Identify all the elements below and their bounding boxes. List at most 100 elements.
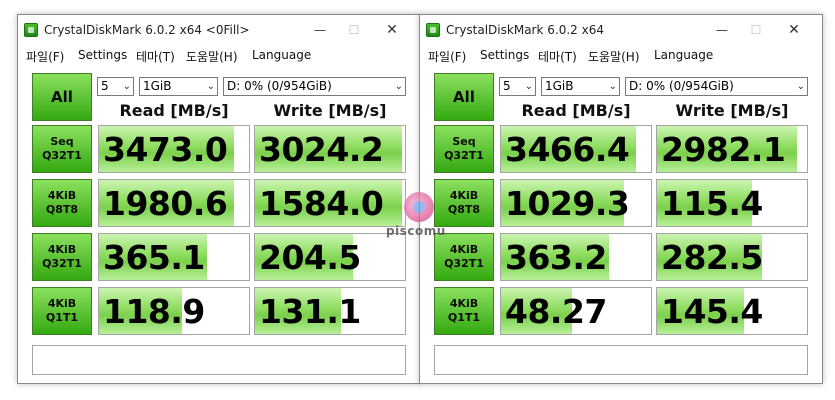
test-button-4kib-q8t8[interactable]: 4KiB Q8T8: [32, 179, 92, 227]
test-label-line1: 4KiB: [449, 189, 479, 202]
test-label-line2: Q32T1: [444, 257, 484, 270]
test-button-4kib-q1t1[interactable]: 4KiB Q1T1: [32, 287, 92, 335]
count-value: 5: [503, 79, 511, 93]
test-label-line1: Seq: [452, 135, 476, 148]
read-header: Read [MB/s]: [119, 101, 229, 120]
read-result-value: 1029.3: [505, 184, 630, 223]
read-result-cell: 48.27: [500, 287, 652, 335]
title-bar[interactable]: CrystalDiskMark 6.0.2 x64 <0Fill> — ☐ ✕: [18, 15, 420, 45]
count-value: 5: [101, 79, 109, 93]
menu-settings[interactable]: Settings: [480, 48, 529, 62]
chevron-down-icon: ⌄: [394, 81, 403, 92]
test-label-line2: Q1T1: [447, 311, 481, 324]
write-header: Write [MB/s]: [273, 101, 387, 120]
test-button-4kib-q8t8[interactable]: 4KiB Q8T8: [434, 179, 494, 227]
close-icon[interactable]: ✕: [378, 19, 406, 41]
write-result-value: 1584.0: [259, 184, 384, 223]
drive-value: D: 0% (0/954GiB): [629, 79, 734, 93]
test-label-line1: Seq: [50, 135, 74, 148]
title-bar[interactable]: CrystalDiskMark 6.0.2 x64 — ☐ ✕: [420, 15, 822, 45]
test-label-line2: Q32T1: [42, 149, 82, 162]
read-result-cell: 3473.0: [98, 125, 250, 173]
read-result-cell: 1029.3: [500, 179, 652, 227]
test-button-4kib-q1t1[interactable]: 4KiB Q1T1: [434, 287, 494, 335]
read-result-value: 365.1: [103, 238, 205, 277]
test-label-line1: 4KiB: [47, 243, 77, 256]
count-select[interactable]: 5 ⌄: [97, 77, 134, 96]
comment-field[interactable]: [32, 345, 406, 375]
menu-bar: 파일(F) Settings 테마(T) 도움말(H) Language: [420, 45, 822, 67]
close-icon[interactable]: ✕: [780, 19, 808, 41]
test-button-4kib-q32t1[interactable]: 4KiB Q32T1: [434, 233, 494, 281]
size-value: 1GiB: [545, 79, 574, 93]
write-result-cell: 145.4: [656, 287, 808, 335]
app-icon: [426, 23, 440, 37]
all-button[interactable]: All: [434, 73, 494, 121]
menu-bar: 파일(F) Settings 테마(T) 도움말(H) Language: [18, 45, 420, 67]
test-label-line2: Q8T8: [45, 203, 79, 216]
read-result-value: 363.2: [505, 238, 607, 277]
chevron-down-icon: ⌄: [122, 81, 131, 92]
write-result-value: 2982.1: [661, 130, 786, 169]
chevron-down-icon: ⌄: [796, 81, 805, 92]
maximize-icon[interactable]: ☐: [742, 19, 770, 41]
write-result-cell: 204.5: [254, 233, 406, 281]
test-label-line1: 4KiB: [449, 297, 479, 310]
drive-select[interactable]: D: 0% (0/954GiB) ⌄: [625, 77, 808, 96]
write-result-value: 131.1: [259, 292, 361, 331]
window-title: CrystalDiskMark 6.0.2 x64: [446, 23, 604, 37]
read-result-cell: 365.1: [98, 233, 250, 281]
comment-field[interactable]: [434, 345, 808, 375]
count-select[interactable]: 5 ⌄: [499, 77, 536, 96]
size-select[interactable]: 1GiB ⌄: [541, 77, 620, 96]
chevron-down-icon: ⌄: [206, 81, 215, 92]
read-result-cell: 363.2: [500, 233, 652, 281]
minimize-icon[interactable]: —: [708, 19, 736, 41]
menu-language[interactable]: Language: [252, 48, 311, 62]
read-result-cell: 1980.6: [98, 179, 250, 227]
test-label-line2: Q1T1: [45, 311, 79, 324]
minimize-icon[interactable]: —: [306, 19, 334, 41]
test-label-line1: 4KiB: [47, 297, 77, 310]
test-button-seq-q32t1[interactable]: Seq Q32T1: [32, 125, 92, 173]
menu-help[interactable]: 도움말(H): [588, 48, 640, 65]
write-result-cell: 3024.2: [254, 125, 406, 173]
menu-file[interactable]: 파일(F): [26, 48, 64, 65]
menu-file[interactable]: 파일(F): [428, 48, 466, 65]
test-label-line1: 4KiB: [449, 243, 479, 256]
menu-help[interactable]: 도움말(H): [186, 48, 238, 65]
test-button-4kib-q32t1[interactable]: 4KiB Q32T1: [32, 233, 92, 281]
menu-theme[interactable]: 테마(T): [136, 48, 175, 65]
drive-value: D: 0% (0/954GiB): [227, 79, 332, 93]
read-result-value: 3466.4: [505, 130, 630, 169]
test-label-line2: Q32T1: [444, 149, 484, 162]
app-icon: [24, 23, 38, 37]
read-result-value: 1980.6: [103, 184, 228, 223]
read-result-cell: 118.9: [98, 287, 250, 335]
test-label-line2: Q32T1: [42, 257, 82, 270]
write-result-cell: 131.1: [254, 287, 406, 335]
chevron-down-icon: ⌄: [608, 81, 617, 92]
test-button-seq-q32t1[interactable]: Seq Q32T1: [434, 125, 494, 173]
read-result-value: 3473.0: [103, 130, 228, 169]
size-select[interactable]: 1GiB ⌄: [139, 77, 218, 96]
crystaldiskmark-window-1: CrystalDiskMark 6.0.2 x64 <0Fill> — ☐ ✕ …: [17, 14, 421, 384]
drive-select[interactable]: D: 0% (0/954GiB) ⌄: [223, 77, 406, 96]
all-button[interactable]: All: [32, 73, 92, 121]
read-result-cell: 3466.4: [500, 125, 652, 173]
menu-settings[interactable]: Settings: [78, 48, 127, 62]
write-result-value: 282.5: [661, 238, 763, 277]
write-result-value: 115.4: [661, 184, 763, 223]
write-result-value: 3024.2: [259, 130, 384, 169]
write-result-cell: 1584.0: [254, 179, 406, 227]
size-value: 1GiB: [143, 79, 172, 93]
menu-theme[interactable]: 테마(T): [538, 48, 577, 65]
menu-language[interactable]: Language: [654, 48, 713, 62]
read-result-value: 48.27: [505, 292, 607, 331]
read-header: Read [MB/s]: [521, 101, 631, 120]
write-result-value: 204.5: [259, 238, 361, 277]
window-title: CrystalDiskMark 6.0.2 x64 <0Fill>: [44, 23, 250, 37]
write-result-value: 145.4: [661, 292, 763, 331]
maximize-icon[interactable]: ☐: [340, 19, 368, 41]
test-label-line2: Q8T8: [447, 203, 481, 216]
